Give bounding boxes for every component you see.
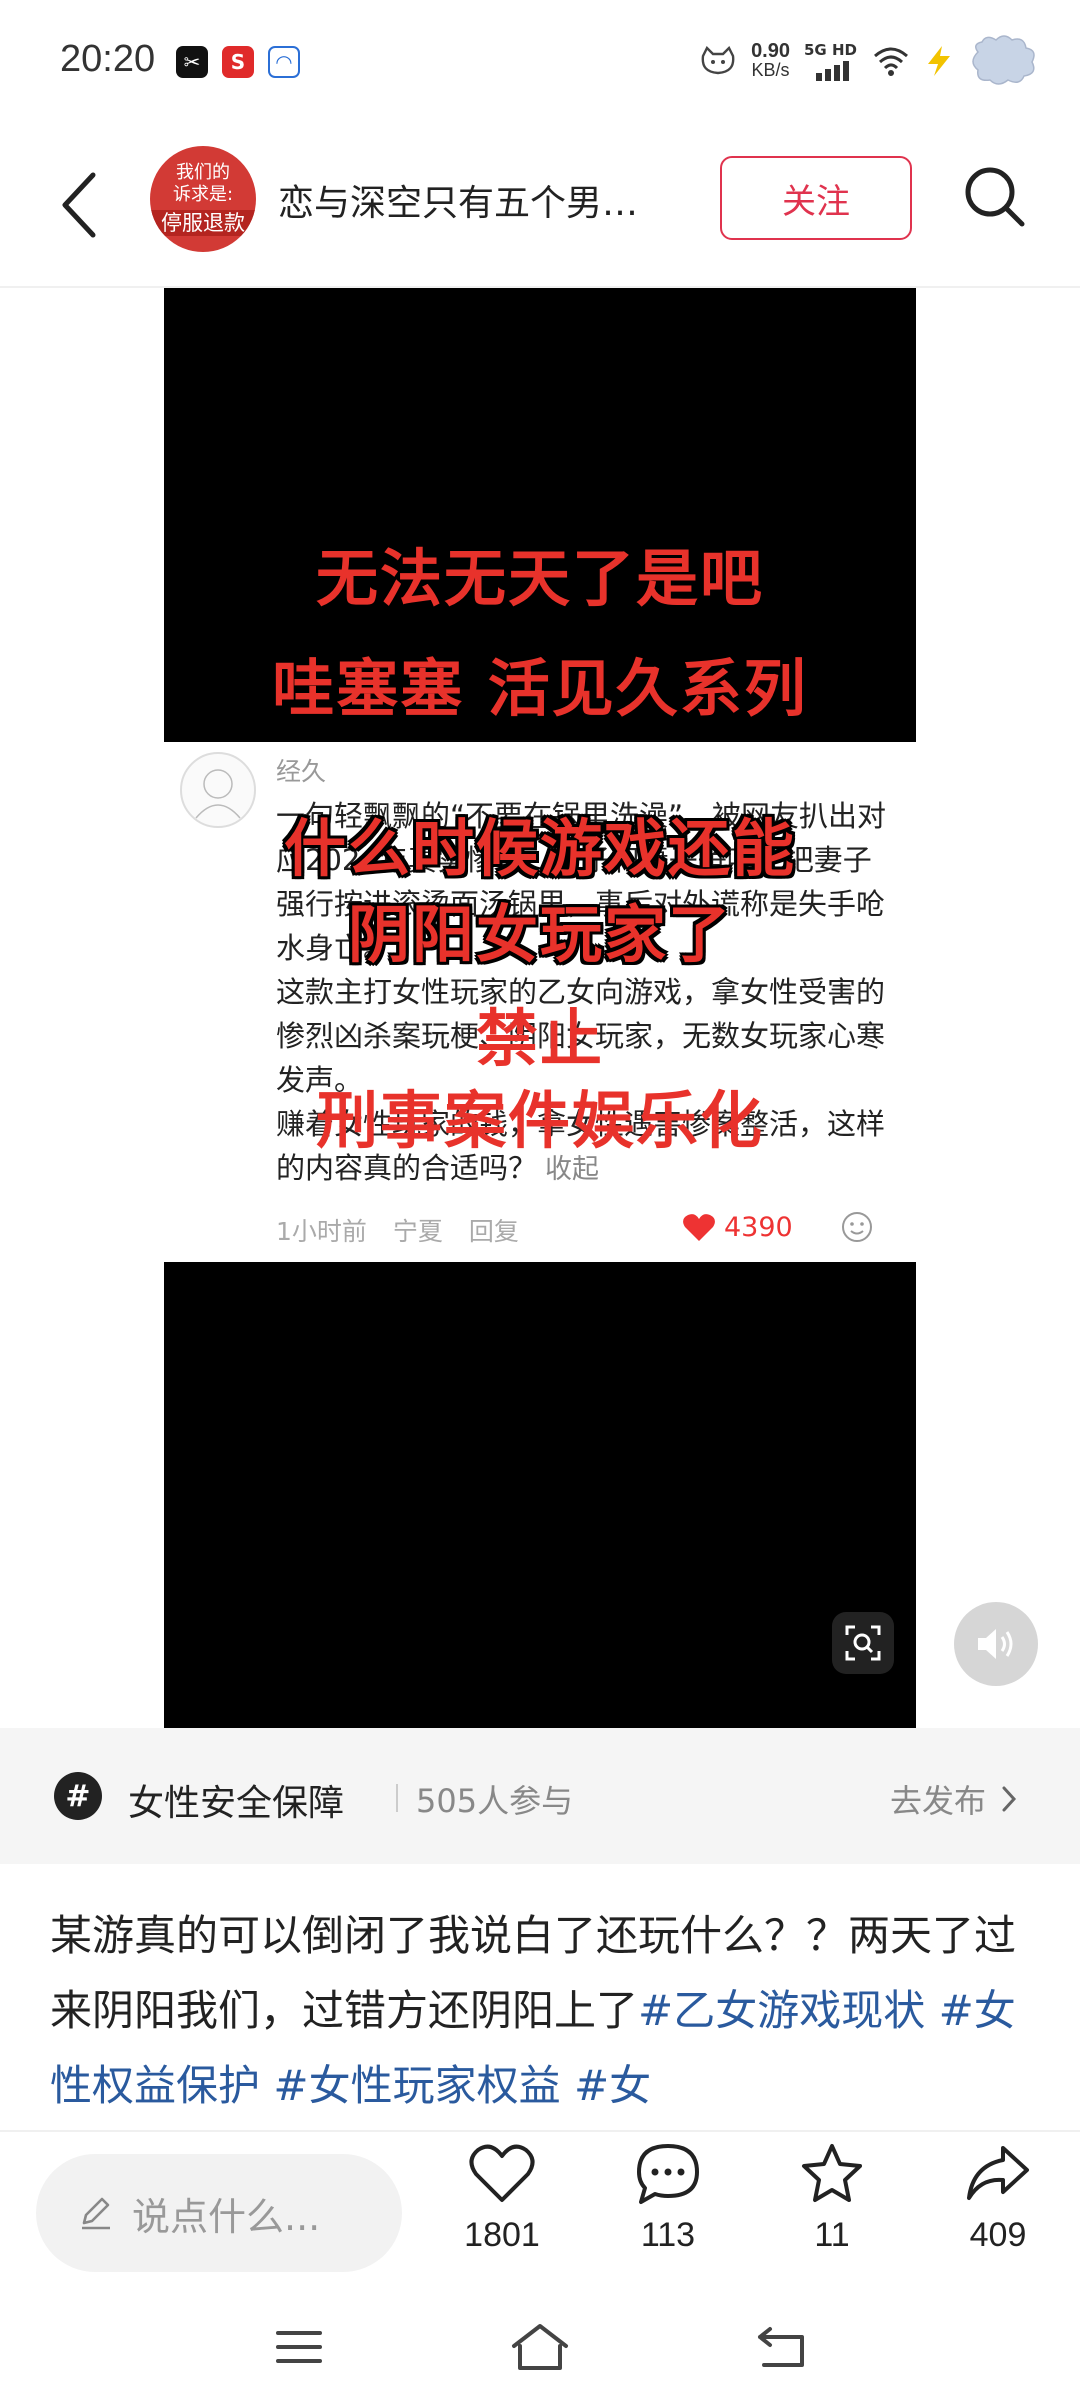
heart-icon xyxy=(469,2144,535,2202)
topic-separator xyxy=(396,1784,398,1812)
avatar-text-top: 我们的 xyxy=(176,162,230,183)
comment-location: 宁夏 xyxy=(392,1217,443,1246)
volume-button[interactable] xyxy=(954,1602,1038,1686)
post-caption: 某游真的可以倒闭了我说白了还玩什么？？两天了过来阴阳我们，过错方还阴阳上了#乙女… xyxy=(50,1898,1040,2123)
comment-reply: 回复 xyxy=(468,1217,519,1246)
star-icon xyxy=(802,2144,862,2202)
net-speed-unit: KB/s xyxy=(751,60,790,80)
menu-icon xyxy=(276,2331,322,2363)
comment-bubble-icon xyxy=(637,2144,699,2204)
charging-icon xyxy=(928,46,950,76)
search-icon xyxy=(965,167,1025,227)
header: 我们的 诉求是: 停服退款 恋与深空只有五个男… 关注 xyxy=(0,130,1080,285)
overlay-bottom-line-4: 刑事案件娱乐化 xyxy=(315,1084,764,1157)
topic-publish-link[interactable]: 去发布 xyxy=(890,1776,1018,1822)
chevron-right-icon xyxy=(1002,1786,1017,1812)
net-speed: 0.90 KB/s xyxy=(751,40,790,80)
overlay-top-line-2: 哇塞塞 活见久系列 xyxy=(272,652,808,725)
like-count: 1801 xyxy=(464,2216,540,2254)
comment-likes: 4390 xyxy=(682,1212,793,1243)
hashtag-link[interactable]: #女 xyxy=(574,2061,651,2110)
signal-indicator: 5G HD xyxy=(804,41,858,81)
back-button[interactable] xyxy=(55,165,105,245)
back-nav-button[interactable] xyxy=(746,2312,816,2382)
home-icon xyxy=(512,2324,568,2370)
overlay-bottom-line-1: 什么时候游戏还能 xyxy=(283,812,796,885)
red-app-icon: S xyxy=(222,46,254,78)
comment-input[interactable]: 说点什么... xyxy=(36,2154,402,2272)
overlay-top-line-1: 无法无天了是吧 xyxy=(315,542,764,615)
back-arrow-icon xyxy=(62,172,96,238)
comment-input-placeholder: 说点什么... xyxy=(132,2194,321,2239)
signal-bars-icon xyxy=(816,61,849,81)
like-button[interactable]: 1801 xyxy=(442,2142,562,2255)
net-speed-value: 0.90 xyxy=(751,40,790,62)
comment-meta: 1小时前 宁夏 回复 xyxy=(276,1212,896,1248)
heart-filled-icon xyxy=(683,1213,715,1241)
status-time: 20:20 xyxy=(60,38,156,80)
share-button[interactable]: 409 xyxy=(938,2142,1058,2255)
search-button[interactable] xyxy=(960,162,1030,232)
status-bar: 20:20 ✂ S ◠ 0.90 KB/s 5G HD xyxy=(0,0,1080,120)
hashtag-link[interactable]: #乙女游戏现状 xyxy=(638,1986,925,2035)
post-image[interactable]: 无法无天了是吧 哇塞塞 活见久系列 经久 一句轻飘飘的“不要在锅里洗澡”，被网友… xyxy=(164,288,916,1728)
system-navigation xyxy=(0,2290,1080,2408)
comment-time: 1小时前 xyxy=(276,1217,367,1246)
pencil-icon xyxy=(82,2197,110,2230)
avatar-text-bottom: 停服退款 xyxy=(150,210,256,236)
scan-icon xyxy=(845,1625,881,1661)
battery-icon xyxy=(972,35,1035,85)
comment-like-count: 4390 xyxy=(724,1212,793,1243)
topic-name: 女性安全保障 xyxy=(128,1783,345,1824)
topic-bar[interactable]: # 女性安全保障 505人参与 去发布 xyxy=(0,1728,1080,1864)
overlay-bottom-line-3: 禁止 xyxy=(475,1002,604,1075)
topic-publish-label: 去发布 xyxy=(889,1782,986,1820)
favorite-count: 11 xyxy=(814,2216,850,2254)
hashtag-icon: # xyxy=(54,1772,102,1820)
emoji-icon xyxy=(842,1212,872,1242)
cat-icon xyxy=(701,46,735,75)
back-nav-icon xyxy=(758,2327,804,2367)
scan-image-button[interactable] xyxy=(832,1612,894,1674)
topic-participants: 505人参与 xyxy=(416,1782,574,1820)
home-button[interactable] xyxy=(505,2312,575,2382)
capcut-app-icon: ✂ xyxy=(176,46,208,78)
favorite-button[interactable]: 11 xyxy=(772,2142,892,2255)
blue-app-icon: ◠ xyxy=(268,46,300,78)
share-count: 409 xyxy=(969,2216,1027,2254)
avatar-text-mid: 诉求是: xyxy=(172,184,234,205)
wifi-icon xyxy=(874,47,908,76)
menu-button[interactable] xyxy=(264,2312,334,2382)
share-arrow-icon xyxy=(967,2146,1029,2200)
network-label: 5G HD xyxy=(804,41,857,59)
follow-button[interactable]: 关注 xyxy=(720,156,912,240)
author-name[interactable]: 恋与深空只有五个男… xyxy=(278,174,698,226)
action-bar: 说点什么... 1801 113 11 409 xyxy=(0,2130,1080,2290)
speaker-icon xyxy=(978,1629,1013,1659)
status-indicators: 0.90 KB/s 5G HD xyxy=(699,35,1040,86)
comment-button[interactable]: 113 xyxy=(608,2142,728,2255)
comment-count: 113 xyxy=(640,2216,696,2254)
commenter-name: 经久 xyxy=(276,757,327,786)
overlay-bottom-line-2: 阴阳女玩家了 xyxy=(347,898,732,971)
author-avatar[interactable]: 我们的 诉求是: 停服退款 xyxy=(150,146,256,252)
hashtag-link[interactable]: #女性玩家权益 xyxy=(273,2061,560,2110)
